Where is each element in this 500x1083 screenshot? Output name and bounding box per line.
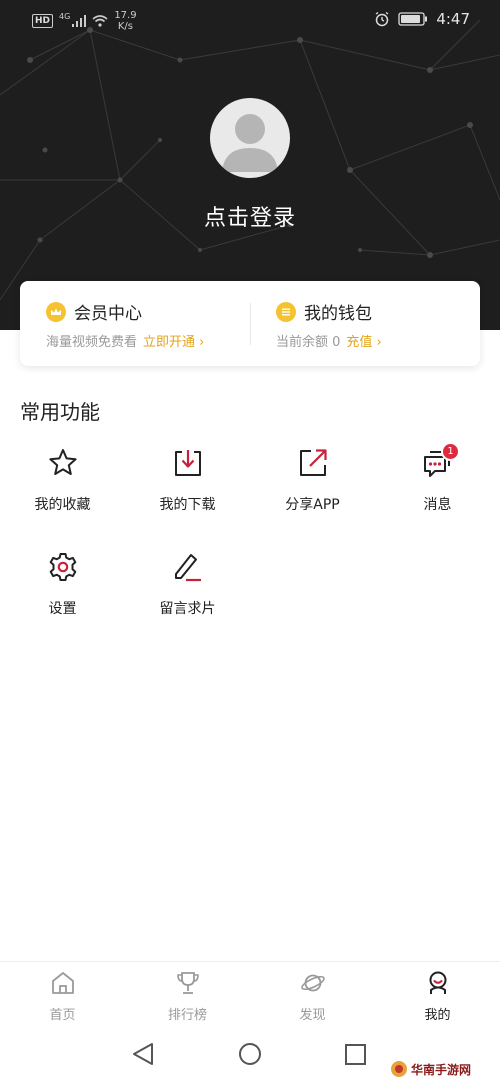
signal-icon [72,15,87,27]
home-circle-icon[interactable] [239,1043,261,1065]
net-speed-unit: K/s [117,21,134,32]
watermark: 华南手游网 [390,1059,494,1079]
membership-subtitle: 海量视频免费看 [46,335,138,350]
battery-icon [398,12,428,26]
watermark-logo-icon [391,1061,407,1077]
my-wallet[interactable]: 我的钱包 当前余额 0 充值 › [276,281,476,366]
request-movie-label: 留言求片 [159,601,216,617]
home-icon [52,972,74,994]
downloads-label: 我的下载 [159,497,216,513]
downloads-button[interactable]: 我的下载 [125,446,250,526]
system-navigation-bar: 华南手游网 [0,1027,500,1083]
account-card: 会员中心 海量视频免费看 立即开通 › 我的钱包 当前余额 0 充值 › [20,281,480,366]
nav-mine-label: 我的 [424,1008,451,1023]
wallet-balance: 当前余额 0 [276,335,341,350]
bottom-navigation: 首页 排行榜 发现 我的 [0,961,500,1027]
status-bar: HD 4G 17.9 K/s 4:47 [0,0,500,44]
favorites-label: 我的收藏 [34,497,91,513]
user-icon [429,971,447,994]
signal-type: 4G [59,11,71,21]
card-divider [250,303,251,345]
share-app-label: 分享APP [285,497,340,513]
status-right: 4:47 [374,10,470,28]
recharge-link[interactable]: 充值 › [346,331,381,350]
section-title: 常用功能 [20,400,100,424]
gear-icon [49,553,77,581]
favorites-button[interactable]: 我的收藏 [0,446,125,526]
back-icon[interactable] [133,1043,153,1065]
wallet-sub-row: 当前余额 0 充值 › [276,331,382,350]
net-speed-value: 17.9 [114,10,137,21]
nav-discover-label: 发现 [299,1008,326,1023]
alarm-icon [375,11,389,27]
settings-label: 设置 [48,601,77,617]
membership-open-link[interactable]: 立即开通 › [143,331,204,350]
share-app-button[interactable]: 分享APP [250,446,375,526]
edit-icon [175,554,201,582]
membership-sub-row: 海量视频免费看 立即开通 › [46,331,204,350]
net-speed: 17.9 K/s [114,10,136,32]
avatar[interactable] [210,98,290,178]
membership-title-row: 会员中心 [46,299,142,324]
nav-mine[interactable]: 我的 [375,962,500,1028]
messages-label: 消息 [423,497,452,513]
crown-icon [46,301,66,322]
login-button[interactable]: 点击登录 [0,200,500,232]
watermark-text: 华南手游网 [411,1062,472,1077]
nav-ranking-label: 排行榜 [167,1008,207,1023]
download-icon [175,450,201,476]
nav-ranking[interactable]: 排行榜 [125,962,250,1028]
trophy-icon [177,972,199,994]
clock: 4:47 [436,10,470,28]
nav-home-label: 首页 [49,1008,76,1023]
wifi-icon [92,15,108,27]
nav-home[interactable]: 首页 [0,962,125,1028]
membership-title: 会员中心 [74,304,142,324]
membership-center[interactable]: 会员中心 海量视频免费看 立即开通 › [46,281,246,366]
message-count-badge: 1 [441,442,460,461]
share-icon [300,449,327,476]
request-movie-button[interactable]: 留言求片 [125,550,250,630]
hd-badge: HD [32,14,54,28]
nav-discover[interactable]: 发现 [250,962,375,1028]
planet-icon [301,974,325,992]
messages-button[interactable]: 消息 [375,446,500,526]
wallet-title: 我的钱包 [304,304,372,324]
star-icon [49,449,77,475]
default-avatar-icon [222,114,278,172]
wallet-title-row: 我的钱包 [276,299,372,324]
recents-icon[interactable] [345,1044,366,1065]
wallet-icon [276,301,296,322]
settings-button[interactable]: 设置 [0,550,125,630]
status-left: HD 4G 17.9 K/s [32,10,137,32]
